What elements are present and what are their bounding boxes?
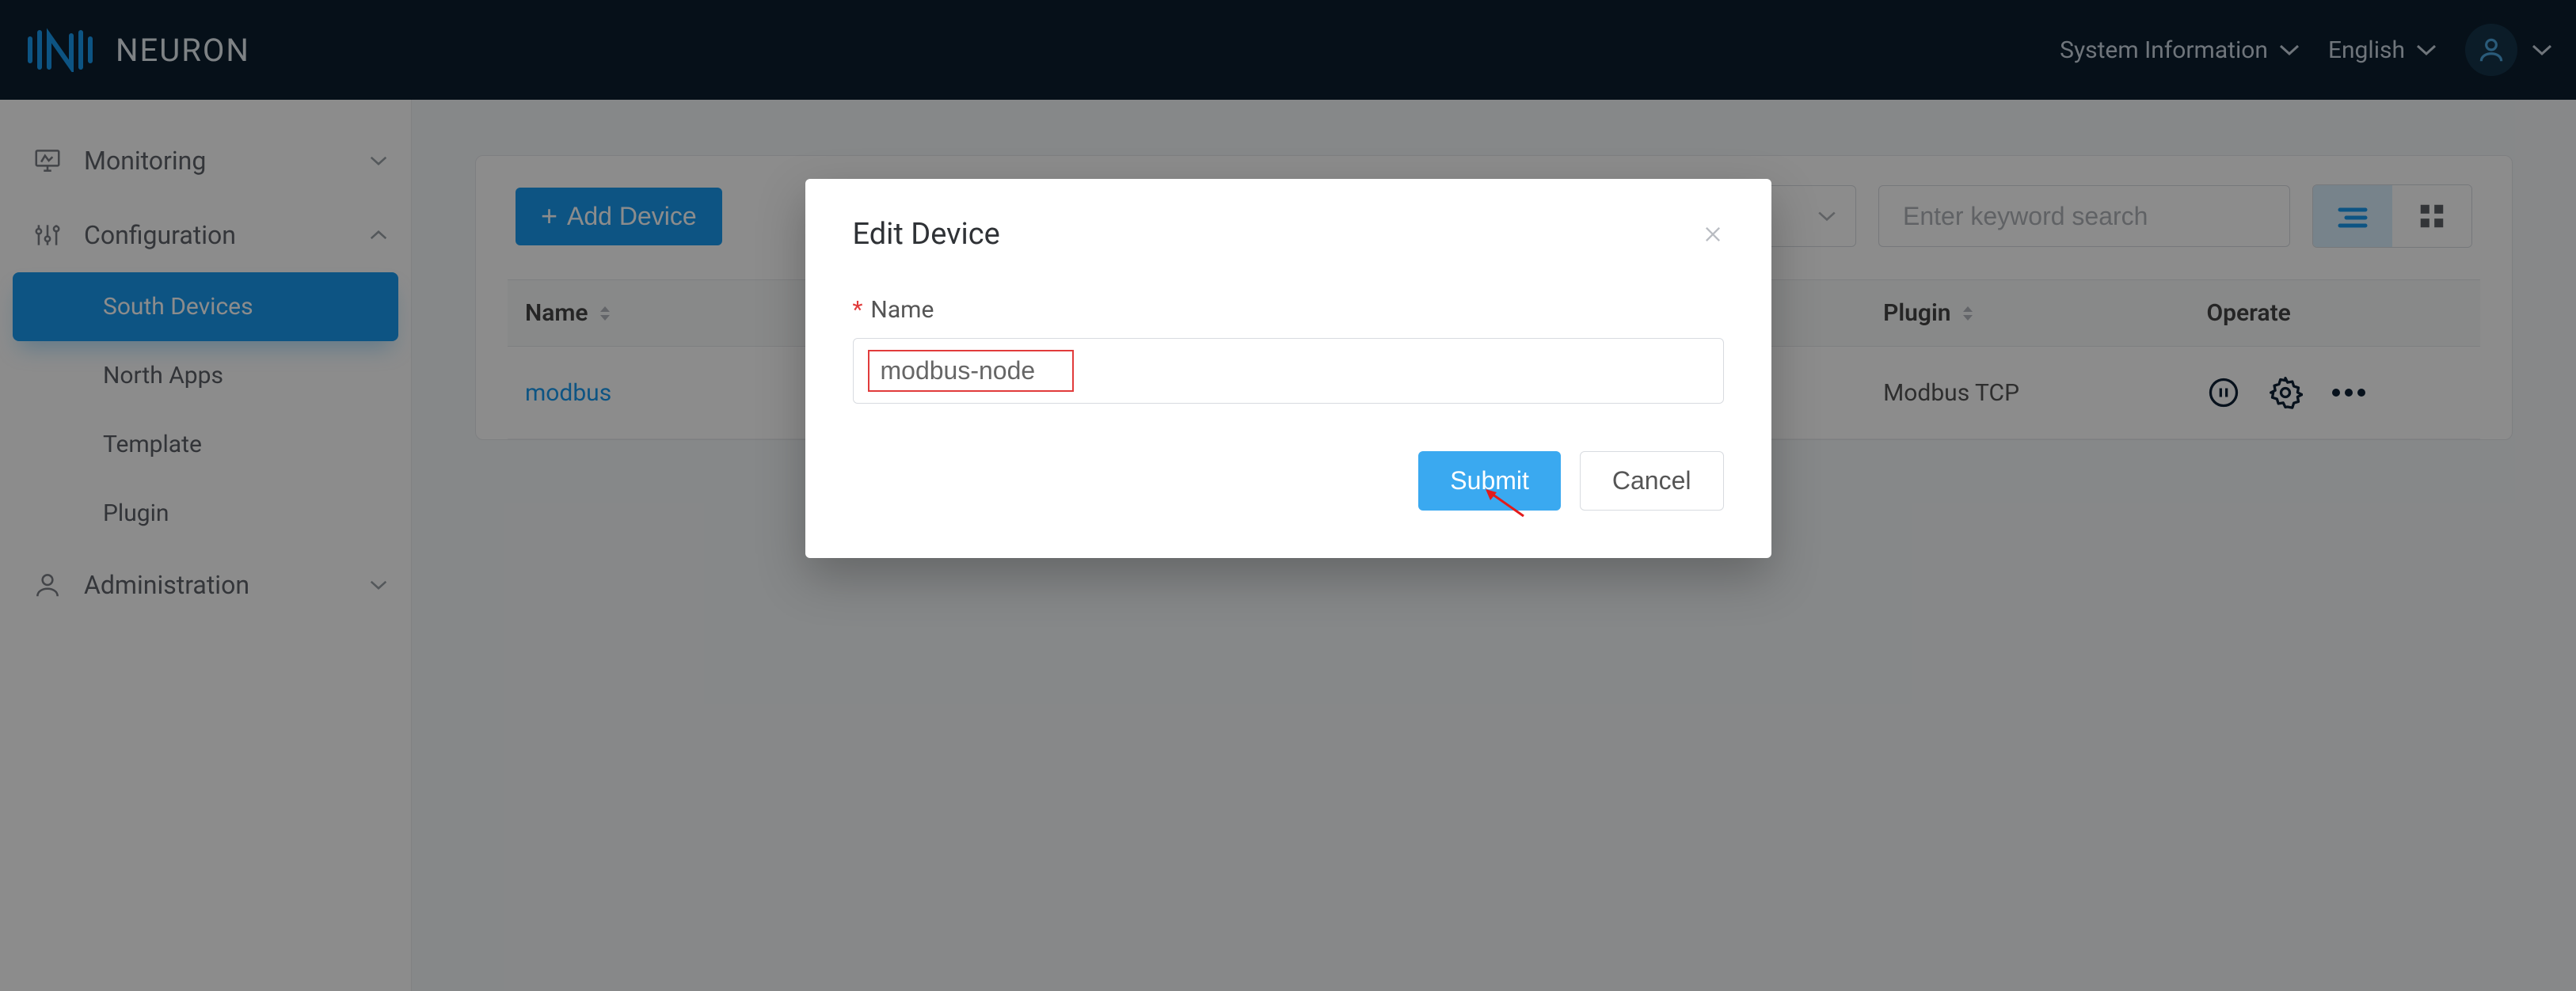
- submit-button[interactable]: Submit: [1418, 451, 1561, 511]
- cancel-label: Cancel: [1612, 466, 1691, 495]
- modal-overlay: Edit Device * Name S: [0, 0, 2576, 991]
- name-field-label: * Name: [853, 296, 1724, 324]
- modal-header: Edit Device: [805, 179, 1771, 268]
- edit-device-modal: Edit Device * Name S: [805, 179, 1771, 558]
- modal-footer: Submit Cancel: [805, 412, 1771, 558]
- close-button[interactable]: [1702, 223, 1724, 245]
- name-input-wrap: [853, 338, 1724, 404]
- required-indicator: *: [853, 296, 863, 324]
- field-label-text: Name: [870, 296, 934, 324]
- modal-body: * Name: [805, 268, 1771, 412]
- modal-title: Edit Device: [853, 217, 1000, 252]
- cancel-button[interactable]: Cancel: [1580, 451, 1724, 511]
- name-input[interactable]: [868, 350, 1074, 392]
- submit-label: Submit: [1450, 466, 1529, 495]
